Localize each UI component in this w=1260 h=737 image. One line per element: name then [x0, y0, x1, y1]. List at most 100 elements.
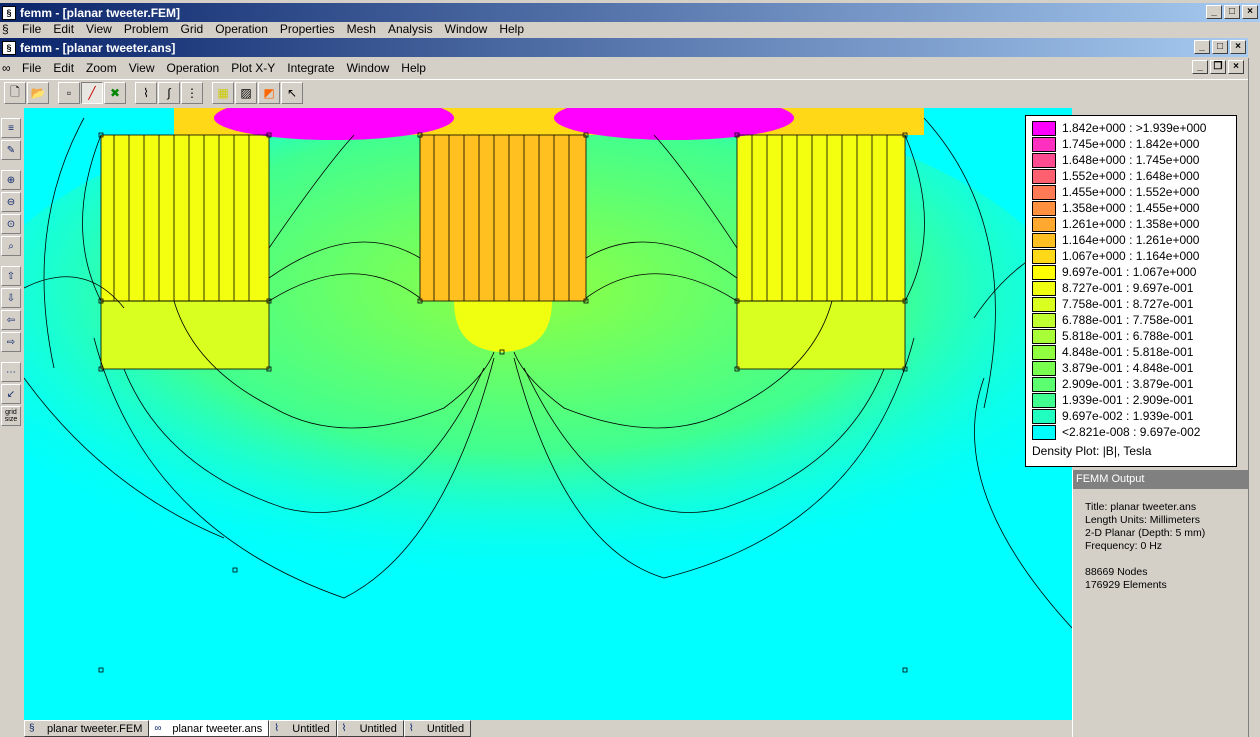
contour-toggle-icon[interactable]: ✎ — [1, 140, 21, 160]
legend-row: 1.842e+000 : >1.939e+000 — [1032, 120, 1236, 136]
menu-operation[interactable]: Operation — [161, 61, 226, 75]
outer-menu-bar: § File Edit View Problem Grid Operation … — [0, 22, 1260, 36]
output-line: 2-D Planar (Depth: 5 mm) — [1085, 527, 1206, 539]
plot-xy-icon[interactable]: ⌇ — [135, 82, 157, 104]
zoom-out-icon[interactable]: ⊖ — [1, 192, 21, 212]
pan-right-icon[interactable]: ⇨ — [1, 332, 21, 352]
inner-maximize-button[interactable]: □ — [1212, 40, 1228, 54]
legend-label: 1.939e-001 : 2.909e-001 — [1062, 393, 1194, 407]
legend-row: 9.697e-002 : 1.939e-001 — [1032, 408, 1236, 424]
outer-menu-mesh[interactable]: Mesh — [341, 22, 382, 36]
legend-swatch — [1032, 312, 1056, 328]
inner-minimize-button[interactable]: _ — [1194, 40, 1210, 54]
menu-edit[interactable]: Edit — [47, 61, 80, 75]
legend-row: 1.939e-001 : 2.909e-001 — [1032, 392, 1236, 408]
arrow-icon[interactable]: ↖ — [281, 82, 303, 104]
outer-menu-file[interactable]: File — [16, 22, 47, 36]
legend-swatch — [1032, 184, 1056, 200]
vertical-scrollbar[interactable] — [1248, 58, 1260, 737]
mdi-minimize-button[interactable]: _ — [1192, 60, 1208, 74]
menu-help[interactable]: Help — [395, 61, 432, 75]
open-icon[interactable]: 📂 — [27, 82, 49, 104]
legend-swatch — [1032, 376, 1056, 392]
hatch-icon[interactable]: ▨ — [235, 82, 257, 104]
legend-label: 7.758e-001 : 8.727e-001 — [1062, 297, 1194, 311]
outer-menu-analysis[interactable]: Analysis — [382, 22, 439, 36]
grid-size-button[interactable]: grid size — [1, 406, 21, 426]
point-mode-icon[interactable]: ▫ — [58, 82, 80, 104]
integrate-icon[interactable]: ∫ — [158, 82, 180, 104]
legend-row: 2.909e-001 : 3.879e-001 — [1032, 376, 1236, 392]
flux-density-plot[interactable] — [24, 108, 1072, 720]
legend-swatch — [1032, 152, 1056, 168]
menu-zoom[interactable]: Zoom — [80, 61, 123, 75]
menu-view[interactable]: View — [123, 61, 161, 75]
output-header[interactable]: FEMM Output — [1073, 470, 1260, 489]
outer-menu-edit[interactable]: Edit — [47, 22, 80, 36]
outer-menu-operation[interactable]: Operation — [209, 22, 274, 36]
output-body: Title: planar tweeter.ans Length Units: … — [1073, 489, 1260, 604]
femm-doc-icon: § — [29, 722, 35, 734]
menu-file[interactable]: File — [16, 61, 47, 75]
close-button[interactable]: × — [1242, 5, 1258, 19]
legend-row: 1.455e+000 : 1.552e+000 — [1032, 184, 1236, 200]
minimize-button[interactable]: _ — [1206, 5, 1222, 19]
mdi-restore-button[interactable]: ❐ — [1210, 60, 1226, 74]
menu-plot-xy[interactable]: Plot X-Y — [225, 61, 281, 75]
legend-row: 3.879e-001 : 4.848e-001 — [1032, 360, 1236, 376]
outer-menu-properties[interactable]: Properties — [274, 22, 341, 36]
legend-swatch — [1032, 248, 1056, 264]
legend-title: Density Plot: |B|, Tesla — [1032, 444, 1152, 458]
pan-up-icon[interactable]: ⇧ — [1, 266, 21, 286]
tab-untitled-1[interactable]: ⌇ Untitled — [269, 720, 337, 737]
outer-menu-help[interactable]: Help — [493, 22, 530, 36]
outer-menu-problem[interactable]: Problem — [118, 22, 175, 36]
inner-menu-bar: ∞ File Edit Zoom View Operation Plot X-Y… — [0, 58, 1248, 78]
outer-menu-grid[interactable]: Grid — [175, 22, 210, 36]
grid-icon[interactable]: ▦ — [212, 82, 234, 104]
zoom-window-icon[interactable]: ⌕ — [1, 236, 21, 256]
zoom-in-icon[interactable]: ⊕ — [1, 170, 21, 190]
femm-app-icon: § — [2, 40, 16, 55]
tab-planar-tweeter-ans[interactable]: ∞ planar tweeter.ans — [149, 720, 270, 737]
legend-row: 8.727e-001 : 9.697e-001 — [1032, 280, 1236, 296]
left-toolbar: ≡ ✎ ⊕ ⊖ ⊙ ⌕ ⇧ ⇩ ⇦ ⇨ ⋯ ↙ grid size — [0, 118, 22, 428]
contour-mode-icon[interactable]: ╱ — [81, 82, 103, 104]
inner-title-bar[interactable]: § femm - [planar tweeter.ans] _ □ × — [0, 38, 1248, 57]
legend-row: 9.697e-001 : 1.067e+000 — [1032, 264, 1236, 280]
mdi-close-button[interactable]: × — [1228, 60, 1244, 74]
field-plot-canvas[interactable] — [24, 108, 1072, 720]
maximize-button[interactable]: □ — [1224, 5, 1240, 19]
legend-swatch — [1032, 168, 1056, 184]
grid-snap-icon[interactable]: ↙ — [1, 384, 21, 404]
outer-menu-window[interactable]: Window — [439, 22, 494, 36]
legend-swatch — [1032, 296, 1056, 312]
block-integral-icon[interactable]: ⋮ — [181, 82, 203, 104]
zoom-natural-icon[interactable]: ⊙ — [1, 214, 21, 234]
pan-left-icon[interactable]: ⇦ — [1, 310, 21, 330]
tab-planar-tweeter-fem[interactable]: § planar tweeter.FEM — [24, 720, 150, 737]
outer-window-title: femm - [planar tweeter.FEM] — [20, 5, 181, 20]
menu-integrate[interactable]: Integrate — [281, 61, 340, 75]
grid-show-icon[interactable]: ⋯ — [1, 362, 21, 382]
femm-output-panel: FEMM Output Title: planar tweeter.ans Le… — [1072, 470, 1260, 737]
area-mode-icon[interactable]: ✖ — [104, 82, 126, 104]
tab-untitled-2[interactable]: ⌇ Untitled — [336, 720, 404, 737]
legend-swatch — [1032, 360, 1056, 376]
new-icon[interactable]: 🗋 — [4, 82, 26, 104]
legend-row: 4.848e-001 : 5.818e-001 — [1032, 344, 1236, 360]
outer-title-bar[interactable]: § femm - [planar tweeter.FEM] _ □ × — [0, 3, 1260, 22]
pan-down-icon[interactable]: ⇩ — [1, 288, 21, 308]
legend-label: 2.909e-001 : 3.879e-001 — [1062, 377, 1194, 391]
legend-label: 1.455e+000 : 1.552e+000 — [1062, 185, 1200, 199]
menu-window[interactable]: Window — [341, 61, 396, 75]
output-line: 176929 Elements — [1085, 579, 1167, 591]
legend-row: 6.788e-001 : 7.758e-001 — [1032, 312, 1236, 328]
inner-close-button[interactable]: × — [1230, 40, 1246, 54]
legend-label: 1.358e+000 : 1.455e+000 — [1062, 201, 1200, 215]
legend-toggle-icon[interactable]: ≡ — [1, 118, 21, 138]
outer-menu-view[interactable]: View — [80, 22, 118, 36]
density-icon[interactable]: ◩ — [258, 82, 280, 104]
tab-untitled-3[interactable]: ⌇ Untitled — [403, 720, 472, 737]
